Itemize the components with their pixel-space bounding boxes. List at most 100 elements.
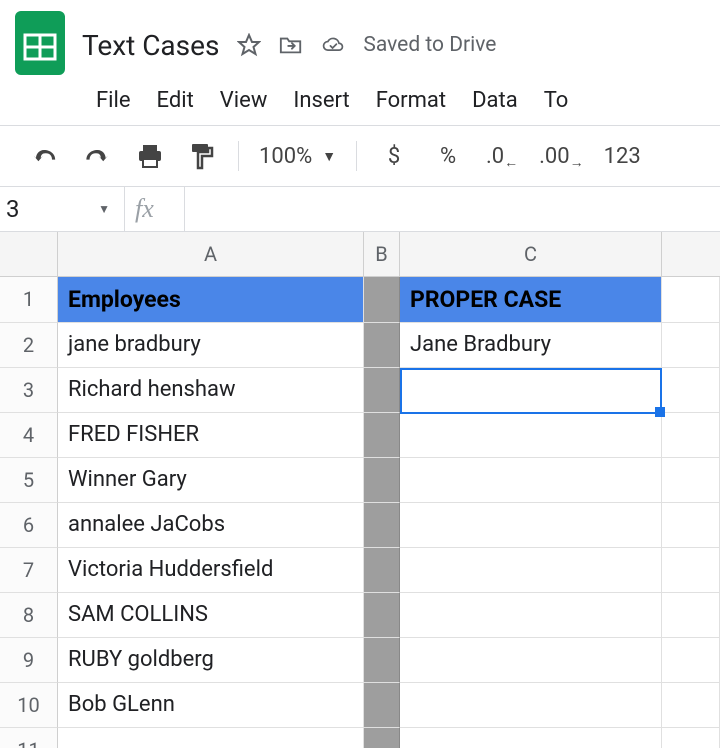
cell-B7[interactable]	[364, 548, 400, 593]
menu-bar: File Edit View Insert Format Data To	[12, 78, 720, 125]
row-header[interactable]: 2	[0, 323, 58, 368]
cell-C8[interactable]	[400, 593, 662, 638]
menu-file[interactable]: File	[96, 88, 131, 113]
menu-insert[interactable]: Insert	[293, 88, 349, 113]
cell-C9[interactable]	[400, 638, 662, 683]
row-header[interactable]: 1	[0, 277, 58, 323]
col-header-A[interactable]: A	[58, 232, 364, 276]
cell-C4[interactable]	[400, 413, 662, 458]
cell-C1[interactable]: PROPER CASE	[400, 277, 662, 323]
row-header[interactable]: 8	[0, 593, 58, 638]
formula-input[interactable]	[184, 187, 720, 231]
toolbar-separator	[356, 141, 357, 171]
spreadsheet-grid: A B C 1 Employees PROPER CASE 2 jane bra…	[0, 232, 720, 748]
paint-format-icon[interactable]	[186, 140, 218, 172]
increase-decimal[interactable]: .00→	[539, 144, 584, 169]
row-header[interactable]: 7	[0, 548, 58, 593]
formula-bar-row: 3 ▼ fx	[0, 186, 720, 232]
cell-B9[interactable]	[364, 638, 400, 683]
cell-A1[interactable]: Employees	[58, 277, 364, 323]
col-header-B[interactable]: B	[364, 232, 400, 276]
menu-format[interactable]: Format	[376, 88, 446, 113]
cell-C6[interactable]	[400, 503, 662, 548]
cell-D2[interactable]	[662, 323, 720, 368]
cell-B11[interactable]	[364, 728, 400, 748]
decrease-decimal[interactable]: .0←	[485, 144, 519, 169]
cell-D3[interactable]	[662, 368, 720, 413]
cell-A6[interactable]: annalee JaCobs	[58, 503, 364, 548]
cell-C11[interactable]	[400, 728, 662, 748]
cell-A10[interactable]: Bob GLenn	[58, 683, 364, 728]
select-all-corner[interactable]	[0, 232, 58, 276]
cell-A8[interactable]: SAM COLLINS	[58, 593, 364, 638]
row-header[interactable]: 6	[0, 503, 58, 548]
row-header[interactable]: 5	[0, 458, 58, 503]
format-123[interactable]: 123	[604, 144, 641, 169]
cell-D4[interactable]	[662, 413, 720, 458]
col-header-empty[interactable]	[662, 232, 720, 276]
cell-B2[interactable]	[364, 323, 400, 368]
cell-A11[interactable]	[58, 728, 364, 748]
cell-A4[interactable]: FRED FISHER	[58, 413, 364, 458]
grid-rows: 1 Employees PROPER CASE 2 jane bradbury …	[0, 277, 720, 748]
column-headers: A B C	[0, 232, 720, 277]
cell-B8[interactable]	[364, 593, 400, 638]
menu-tools-partial[interactable]: To	[544, 88, 569, 113]
row-header[interactable]: 9	[0, 638, 58, 683]
row-header[interactable]: 3	[0, 368, 58, 413]
cell-D5[interactable]	[662, 458, 720, 503]
table-row: 11	[0, 728, 720, 748]
cell-B10[interactable]	[364, 683, 400, 728]
cell-B6[interactable]	[364, 503, 400, 548]
save-status: Saved to Drive	[363, 33, 496, 57]
cloud-saved-icon[interactable]	[321, 33, 345, 57]
cell-A5[interactable]: Winner Gary	[58, 458, 364, 503]
undo-icon[interactable]	[30, 140, 62, 172]
zoom-value: 100%	[259, 144, 312, 169]
cell-B3[interactable]	[364, 368, 400, 413]
menu-edit[interactable]: Edit	[157, 88, 194, 113]
col-header-C[interactable]: C	[400, 232, 662, 276]
name-box[interactable]: 3 ▼	[0, 195, 124, 223]
cell-A3[interactable]: Richard henshaw	[58, 368, 364, 413]
cell-A7[interactable]: Victoria Huddersfield	[58, 548, 364, 593]
table-row: 2 jane bradbury Jane Bradbury	[0, 323, 720, 368]
cell-C5[interactable]	[400, 458, 662, 503]
row-header[interactable]: 4	[0, 413, 58, 458]
cell-D8[interactable]	[662, 593, 720, 638]
cell-D1[interactable]	[662, 277, 720, 323]
menu-view[interactable]: View	[220, 88, 268, 113]
dec-decrease-label: .0	[486, 144, 504, 169]
format-percent[interactable]: %	[431, 144, 465, 169]
cell-D10[interactable]	[662, 683, 720, 728]
cell-D7[interactable]	[662, 548, 720, 593]
menu-data[interactable]: Data	[472, 88, 518, 113]
format-currency[interactable]: $	[377, 144, 411, 169]
cell-D6[interactable]	[662, 503, 720, 548]
star-icon[interactable]	[237, 33, 261, 57]
cell-C7[interactable]	[400, 548, 662, 593]
cell-A9[interactable]: RUBY goldberg	[58, 638, 364, 683]
table-row: 4 FRED FISHER	[0, 413, 720, 458]
sheets-logo[interactable]	[12, 8, 68, 78]
table-row: 1 Employees PROPER CASE	[0, 277, 720, 323]
cell-B1[interactable]	[364, 277, 400, 323]
doc-title[interactable]: Text Cases	[82, 29, 219, 62]
cell-C3[interactable]	[400, 368, 662, 413]
right-arrow-icon: →	[570, 154, 584, 171]
cell-C2[interactable]: Jane Bradbury	[400, 323, 662, 368]
cell-A2[interactable]: jane bradbury	[58, 323, 364, 368]
cell-D9[interactable]	[662, 638, 720, 683]
cell-B4[interactable]	[364, 413, 400, 458]
name-box-caret-icon: ▼	[98, 202, 110, 216]
cell-C10[interactable]	[400, 683, 662, 728]
cell-B5[interactable]	[364, 458, 400, 503]
redo-icon[interactable]	[82, 140, 114, 172]
cell-D11[interactable]	[662, 728, 720, 748]
print-icon[interactable]	[134, 140, 166, 172]
row-header[interactable]: 11	[0, 728, 58, 748]
table-row: 9 RUBY goldberg	[0, 638, 720, 683]
row-header[interactable]: 10	[0, 683, 58, 728]
zoom-select[interactable]: 100% ▼	[259, 144, 336, 169]
move-folder-icon[interactable]	[279, 33, 303, 57]
